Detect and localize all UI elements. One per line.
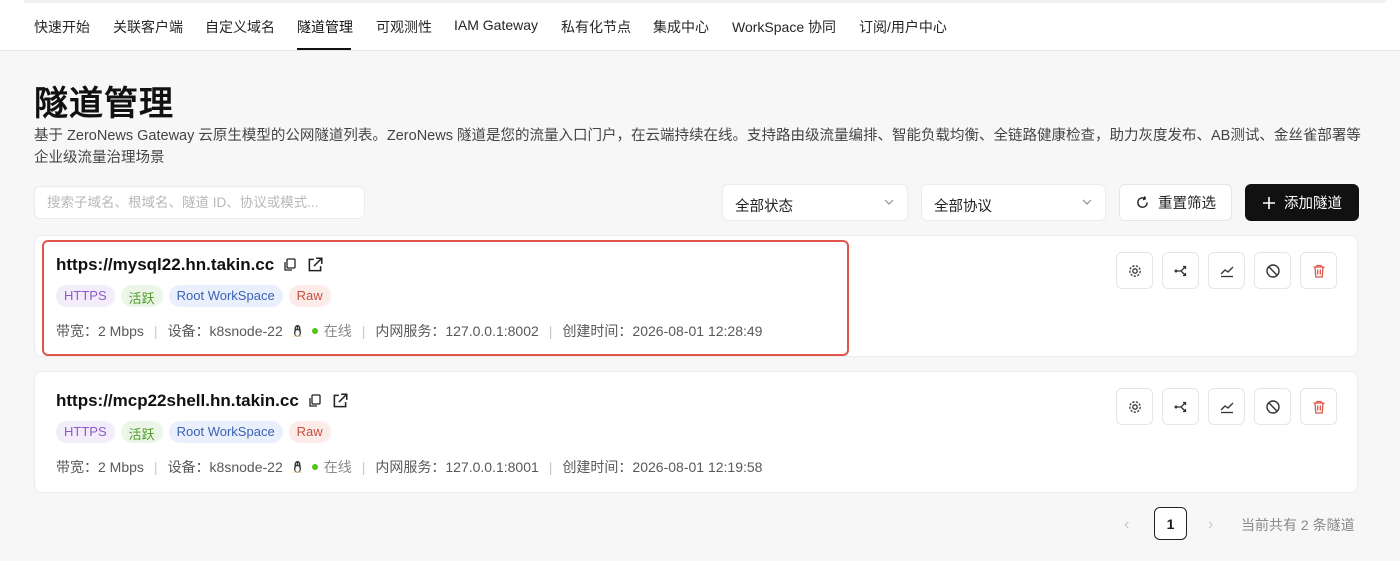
tunnel-actions [1116, 252, 1337, 289]
protocol-tag: HTTPS [56, 421, 115, 443]
reset-filters-label: 重置筛选 [1158, 196, 1216, 212]
external-link-icon[interactable] [306, 256, 324, 274]
mode-tag: Raw [288, 421, 331, 443]
workspace-tag: Root WorkSpace [168, 285, 283, 307]
device: 设备：k8snode-22 [167, 323, 283, 339]
tunnel-url: https://mysql22.hn.takin.cc [56, 255, 275, 274]
divider: | [153, 323, 158, 339]
gear-icon [1128, 400, 1141, 413]
plus-icon [1263, 196, 1275, 209]
divider: | [361, 323, 366, 339]
gear-icon [1128, 264, 1141, 277]
tab-quick-start[interactable]: 快速开始 [34, 17, 90, 37]
copy-icon[interactable] [282, 257, 298, 273]
workspace-tag: Root WorkSpace [168, 421, 283, 443]
top-nav: 快速开始 关联客户端 自定义域名 隧道管理 可观测性 IAM Gateway 私… [0, 0, 1400, 51]
total-count: 当前共有 2 条隧道 [1241, 517, 1355, 533]
share-route-icon [1174, 401, 1186, 412]
protocol-select[interactable]: 全部协议 [921, 184, 1106, 221]
created-time: 创建时间：2026-08-01 12:19:58 [562, 459, 763, 475]
tunnel-card: https://mysql22.hn.takin.cc HTTPS 活跃 Roo… [34, 235, 1358, 357]
add-tunnel-button[interactable]: 添加隧道 [1245, 184, 1359, 221]
tab-tunnel-management[interactable]: 隧道管理 [297, 17, 353, 37]
page-title: 隧道管理 [34, 85, 174, 123]
metrics-button[interactable] [1208, 388, 1245, 425]
tunnel-meta: 带宽：2 Mbps | 设备：k8snode-22 在线 | 内网服务：127.… [56, 321, 762, 341]
tag-list: HTTPS 活跃 Root WorkSpace Raw [56, 285, 331, 307]
status-select-value: 全部状态 [735, 199, 793, 215]
divider: | [548, 323, 553, 339]
online-status: 在线 [323, 323, 352, 339]
current-page-button[interactable]: 1 [1154, 507, 1187, 540]
status-tag: 活跃 [120, 285, 163, 307]
online-dot-icon [311, 328, 318, 334]
bandwidth: 带宽：2 Mbps [56, 459, 144, 475]
delete-button[interactable] [1300, 388, 1337, 425]
tunnel-url-row: https://mcp22shell.hn.takin.cc [56, 391, 349, 411]
tag-list: HTTPS 活跃 Root WorkSpace Raw [56, 421, 331, 443]
search-input[interactable] [34, 186, 365, 219]
tab-workspace-collab[interactable]: WorkSpace 协同 [732, 17, 836, 37]
tunnel-url: https://mcp22shell.hn.takin.cc [56, 391, 299, 410]
ban-icon [1265, 399, 1280, 414]
bandwidth: 带宽：2 Mbps [56, 323, 144, 339]
protocol-select-value: 全部协议 [934, 199, 992, 215]
metrics-button[interactable] [1208, 252, 1245, 289]
settings-button[interactable] [1116, 252, 1153, 289]
trash-icon [1313, 400, 1324, 414]
tab-linked-clients[interactable]: 关联客户端 [113, 17, 183, 37]
routing-button[interactable] [1162, 252, 1199, 289]
mode-tag: Raw [288, 285, 331, 307]
reset-filters-button[interactable]: 重置筛选 [1119, 184, 1232, 221]
disable-button[interactable] [1254, 388, 1291, 425]
divider: | [153, 459, 158, 475]
trash-icon [1313, 264, 1324, 278]
delete-button[interactable] [1300, 252, 1337, 289]
tunnel-url-row: https://mysql22.hn.takin.cc [56, 255, 324, 275]
prev-page-button[interactable]: ‹ [1124, 516, 1129, 534]
linux-icon [292, 325, 302, 337]
refresh-icon [1137, 196, 1148, 208]
tunnel-card: https://mcp22shell.hn.takin.cc HTTPS 活跃 … [34, 371, 1358, 493]
settings-button[interactable] [1116, 388, 1153, 425]
next-page-button[interactable]: › [1208, 516, 1213, 534]
page-description: 基于 ZeroNews Gateway 云原生模型的公网隧道列表。ZeroNew… [34, 128, 1361, 166]
tab-private-nodes[interactable]: 私有化节点 [561, 17, 631, 37]
tab-iam-gateway[interactable]: IAM Gateway [454, 17, 538, 33]
ban-icon [1265, 263, 1280, 278]
divider: | [548, 459, 553, 475]
tab-subscription-user[interactable]: 订阅/用户中心 [859, 17, 947, 37]
chevron-down-icon [884, 199, 894, 205]
online-status: 在线 [323, 459, 352, 475]
created-time: 创建时间：2026-08-01 12:28:49 [562, 323, 763, 339]
internal-service: 内网服务：127.0.0.1:8002 [375, 323, 539, 339]
disable-button[interactable] [1254, 252, 1291, 289]
device: 设备：k8snode-22 [167, 459, 283, 475]
line-chart-icon [1220, 266, 1233, 277]
status-select[interactable]: 全部状态 [722, 184, 908, 221]
status-tag: 活跃 [120, 421, 163, 443]
routing-button[interactable] [1162, 388, 1199, 425]
top-strip [24, 0, 1386, 3]
chevron-down-icon [1082, 199, 1092, 205]
active-tab-indicator [297, 48, 351, 50]
protocol-tag: HTTPS [56, 285, 115, 307]
external-link-icon[interactable] [331, 392, 349, 410]
internal-service: 内网服务：127.0.0.1:8001 [375, 459, 539, 475]
tunnel-meta: 带宽：2 Mbps | 设备：k8snode-22 在线 | 内网服务：127.… [56, 457, 762, 477]
add-tunnel-label: 添加隧道 [1284, 196, 1342, 212]
tab-observability[interactable]: 可观测性 [376, 17, 432, 37]
tab-custom-domain[interactable]: 自定义域名 [205, 17, 275, 37]
online-dot-icon [311, 464, 318, 470]
divider: | [361, 459, 366, 475]
copy-icon[interactable] [307, 393, 323, 409]
tunnel-actions [1116, 388, 1337, 425]
share-route-icon [1174, 265, 1186, 276]
line-chart-icon [1220, 402, 1233, 413]
tab-integrations[interactable]: 集成中心 [653, 17, 709, 37]
linux-icon [292, 461, 302, 473]
